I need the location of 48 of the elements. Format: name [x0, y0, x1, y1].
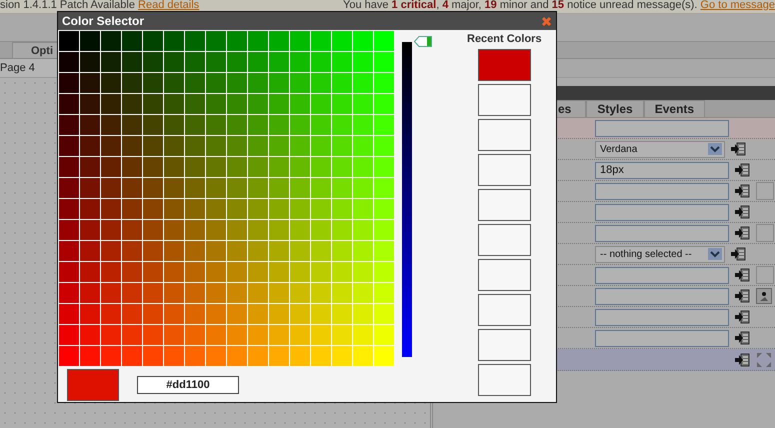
property-field[interactable] — [595, 182, 729, 200]
property-field[interactable] — [595, 120, 729, 136]
messages-notice: You have 1 critical, 4 major, 19 minor and 15 notice unread message(s). Go to message — [343, 0, 775, 11]
property-field[interactable] — [595, 308, 729, 326]
panel-tab[interactable]: Events — [644, 100, 706, 117]
recent-color-swatch[interactable] — [478, 329, 531, 361]
color-swatch[interactable] — [756, 224, 774, 242]
recent-color-swatch[interactable] — [478, 119, 531, 151]
apply-icon[interactable] — [735, 352, 750, 366]
apply-icon[interactable] — [735, 205, 750, 219]
close-icon[interactable] — [541, 16, 552, 26]
recent-color-swatch[interactable] — [478, 84, 531, 116]
color-swatch[interactable] — [756, 182, 774, 200]
apply-icon[interactable] — [735, 331, 750, 345]
apply-icon[interactable] — [735, 226, 750, 240]
recent-color-swatch[interactable] — [478, 49, 531, 81]
recent-color-swatch[interactable] — [478, 259, 531, 291]
property-dropdown[interactable]: -- nothing selected -- — [595, 246, 725, 262]
color-grid[interactable] — [59, 31, 394, 366]
apply-icon[interactable] — [731, 247, 746, 261]
recent-color-swatch[interactable] — [478, 294, 531, 326]
color-swatch[interactable] — [756, 266, 774, 284]
dialog-title: Color Selector — [62, 14, 144, 28]
apply-icon[interactable] — [735, 184, 750, 198]
recent-color-swatch[interactable] — [478, 189, 531, 221]
property-dropdown[interactable]: Verdana — [595, 140, 725, 158]
property-field[interactable] — [595, 266, 729, 284]
recent-color-swatch[interactable] — [478, 224, 531, 256]
property-field[interactable] — [595, 204, 729, 220]
property-field[interactable] — [595, 330, 729, 346]
panel-tab[interactable]: Styles — [586, 100, 644, 117]
apply-icon[interactable] — [735, 163, 750, 177]
version-notice: sion 1.4.1.1 Patch Available Read details — [0, 0, 200, 11]
hex-field[interactable]: #dd1100 — [137, 376, 239, 394]
apply-icon[interactable] — [735, 289, 750, 303]
apply-icon[interactable] — [735, 310, 750, 324]
caret-icon[interactable] — [708, 248, 722, 260]
property-field[interactable] — [595, 224, 729, 242]
recent-color-swatch[interactable] — [478, 364, 531, 396]
image-picker-icon[interactable] — [756, 288, 772, 304]
recent-colors-label: Recent Colors — [467, 33, 542, 45]
slider-handle[interactable] — [414, 36, 432, 47]
recent-color-swatch[interactable] — [478, 154, 531, 186]
property-field[interactable]: 18px — [595, 162, 729, 178]
apply-icon[interactable] — [731, 142, 746, 156]
apply-icon[interactable] — [735, 268, 750, 282]
property-field[interactable] — [595, 288, 729, 304]
caret-icon[interactable] — [708, 143, 722, 155]
